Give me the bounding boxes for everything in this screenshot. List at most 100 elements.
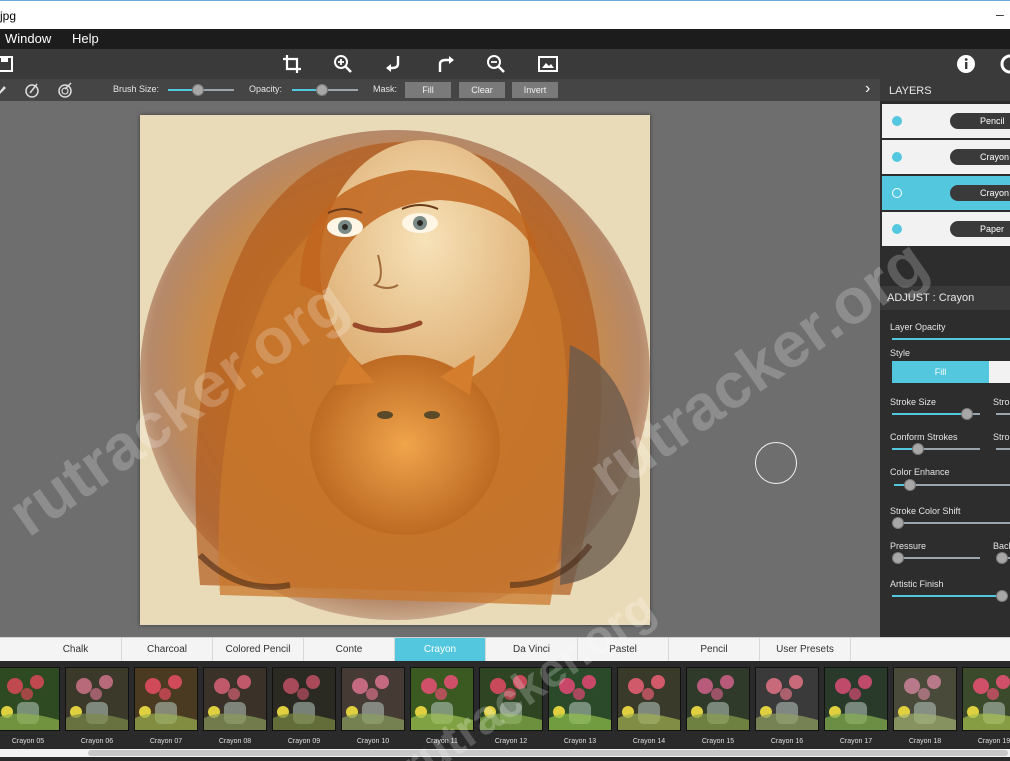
layer-opacity-slider[interactable] [892,333,1010,345]
preset-thumbnail[interactable] [479,667,543,731]
mask-fill-button[interactable]: Fill [405,82,451,98]
menu-window[interactable]: Window [5,31,51,46]
layer-crayon-2[interactable]: Crayon [882,176,1010,210]
title-bar: jpg – [0,0,1010,29]
preset-thumbnail[interactable] [962,667,1010,731]
layer-name: Crayon [950,185,1010,201]
preset-preview-icon [549,668,611,730]
tab-da-vinci[interactable]: Da Vinci [486,638,578,662]
opacity-slider[interactable] [292,84,358,96]
artwork-image[interactable] [140,115,650,625]
preset-label: Crayon 18 [908,738,942,745]
conform-strokes-label: Conform Strokes [890,432,958,442]
preset-preview-icon [963,668,1010,730]
preset-preview-icon [411,668,473,730]
crop-icon[interactable] [282,54,302,74]
preset-thumbnail[interactable] [755,667,819,731]
preset-thumbnail[interactable] [893,667,957,731]
canvas-area[interactable] [0,101,880,637]
layer-paper[interactable]: Paper [882,212,1010,246]
preset-label: Crayon 08 [218,738,252,745]
mask-invert-button[interactable]: Invert [512,82,558,98]
tab-crayon[interactable]: Crayon [395,638,486,662]
stroke-right-slider[interactable] [996,408,1010,420]
style-fill-button[interactable]: Fill [892,361,989,383]
fit-image-icon[interactable] [538,54,558,74]
brush-add-icon[interactable] [24,82,40,98]
layer-visibility-icon[interactable] [892,224,902,234]
preset-thumbnail[interactable] [410,667,474,731]
zoom-out-icon[interactable] [486,54,506,74]
minimize-button[interactable]: – [996,6,1004,22]
layer-pencil[interactable]: Pencil [882,104,1010,138]
expand-chevron-icon[interactable]: › [865,80,870,98]
preset-thumbnail[interactable] [341,667,405,731]
tab-pastel[interactable]: Pastel [578,638,669,662]
preset-strip: Crayon 05 Crayon 06 Crayon 07 Crayon 08 Cray… [0,661,1010,761]
preset-thumbnail[interactable] [203,667,267,731]
layer-visibility-icon[interactable] [892,188,902,198]
preset-thumbnail[interactable] [548,667,612,731]
layer-name: Pencil [950,113,1010,129]
info-icon[interactable] [956,54,976,74]
brush-size-slider[interactable] [168,84,234,96]
preset-thumbnail[interactable] [824,667,888,731]
main-toolbar [0,49,1010,79]
tab-chalk[interactable]: Chalk [30,638,122,662]
artistic-finish-slider[interactable] [892,590,1008,602]
pressure-label: Pressure [890,541,927,551]
preset-label: Crayon 09 [287,738,321,745]
pressure-slider[interactable] [892,552,980,564]
style-other-button[interactable] [989,361,1010,383]
tab-pencil[interactable]: Pencil [669,638,760,662]
preset-preview-icon [894,668,956,730]
layers-header: LAYERS [880,79,1010,101]
settings-icon[interactable] [1000,54,1010,74]
style-category-tabs: Chalk Charcoal Colored Pencil Conte Cray… [0,637,1010,662]
save-icon[interactable] [0,54,16,74]
preset-preview-icon [0,668,59,730]
preset-thumbnail[interactable] [272,667,336,731]
preset-label: Crayon 17 [839,738,873,745]
brush-icon[interactable] [0,82,10,98]
preset-preview-icon [273,668,335,730]
preset-label: Crayon 19 [977,738,1010,745]
tab-user-presets[interactable]: User Presets [760,638,851,662]
back-slider[interactable] [996,552,1010,564]
preset-thumbnail[interactable] [617,667,681,731]
layer-opacity-label: Layer Opacity [890,322,946,332]
preset-preview-icon [480,668,542,730]
preset-thumbnail[interactable] [65,667,129,731]
scrollbar-thumb[interactable] [88,750,1008,756]
conform-strokes-slider[interactable] [892,443,980,455]
brush-erase-icon[interactable] [57,82,73,98]
preset-thumbnail[interactable] [686,667,750,731]
app-window: jpg – Window Help Brush Size: Opacity: M… [0,0,1010,761]
preset-scrollbar[interactable] [0,749,1010,757]
layer-visibility-icon[interactable] [892,152,902,162]
stroke-color-shift-slider[interactable] [892,517,1010,529]
color-enhance-slider[interactable] [894,479,1010,491]
layers-title: LAYERS [889,85,932,97]
preset-label: Crayon 10 [356,738,390,745]
preset-label: Crayon 11 [426,738,458,745]
tab-colored-pencil[interactable]: Colored Pencil [213,638,304,662]
tab-conte[interactable]: Conte [304,638,395,662]
adjust-header: ADJUST : Crayon [880,286,1010,310]
preset-thumbnail[interactable] [0,667,60,731]
menu-help[interactable]: Help [72,31,99,46]
tab-charcoal[interactable]: Charcoal [122,638,213,662]
style-label: Style [890,348,911,358]
stroke-right-slider-2[interactable] [996,443,1010,455]
preset-label: Crayon 16 [770,738,804,745]
stroke-size-slider[interactable] [892,408,980,420]
layer-visibility-icon[interactable] [892,116,902,126]
preset-preview-icon [204,668,266,730]
redo-icon[interactable] [436,54,456,74]
undo-icon[interactable] [384,54,404,74]
zoom-in-icon[interactable] [333,54,353,74]
layer-crayon-1[interactable]: Crayon [882,140,1010,174]
stroke-size-label: Stroke Size [890,397,937,407]
mask-clear-button[interactable]: Clear [459,82,505,98]
preset-thumbnail[interactable] [134,667,198,731]
